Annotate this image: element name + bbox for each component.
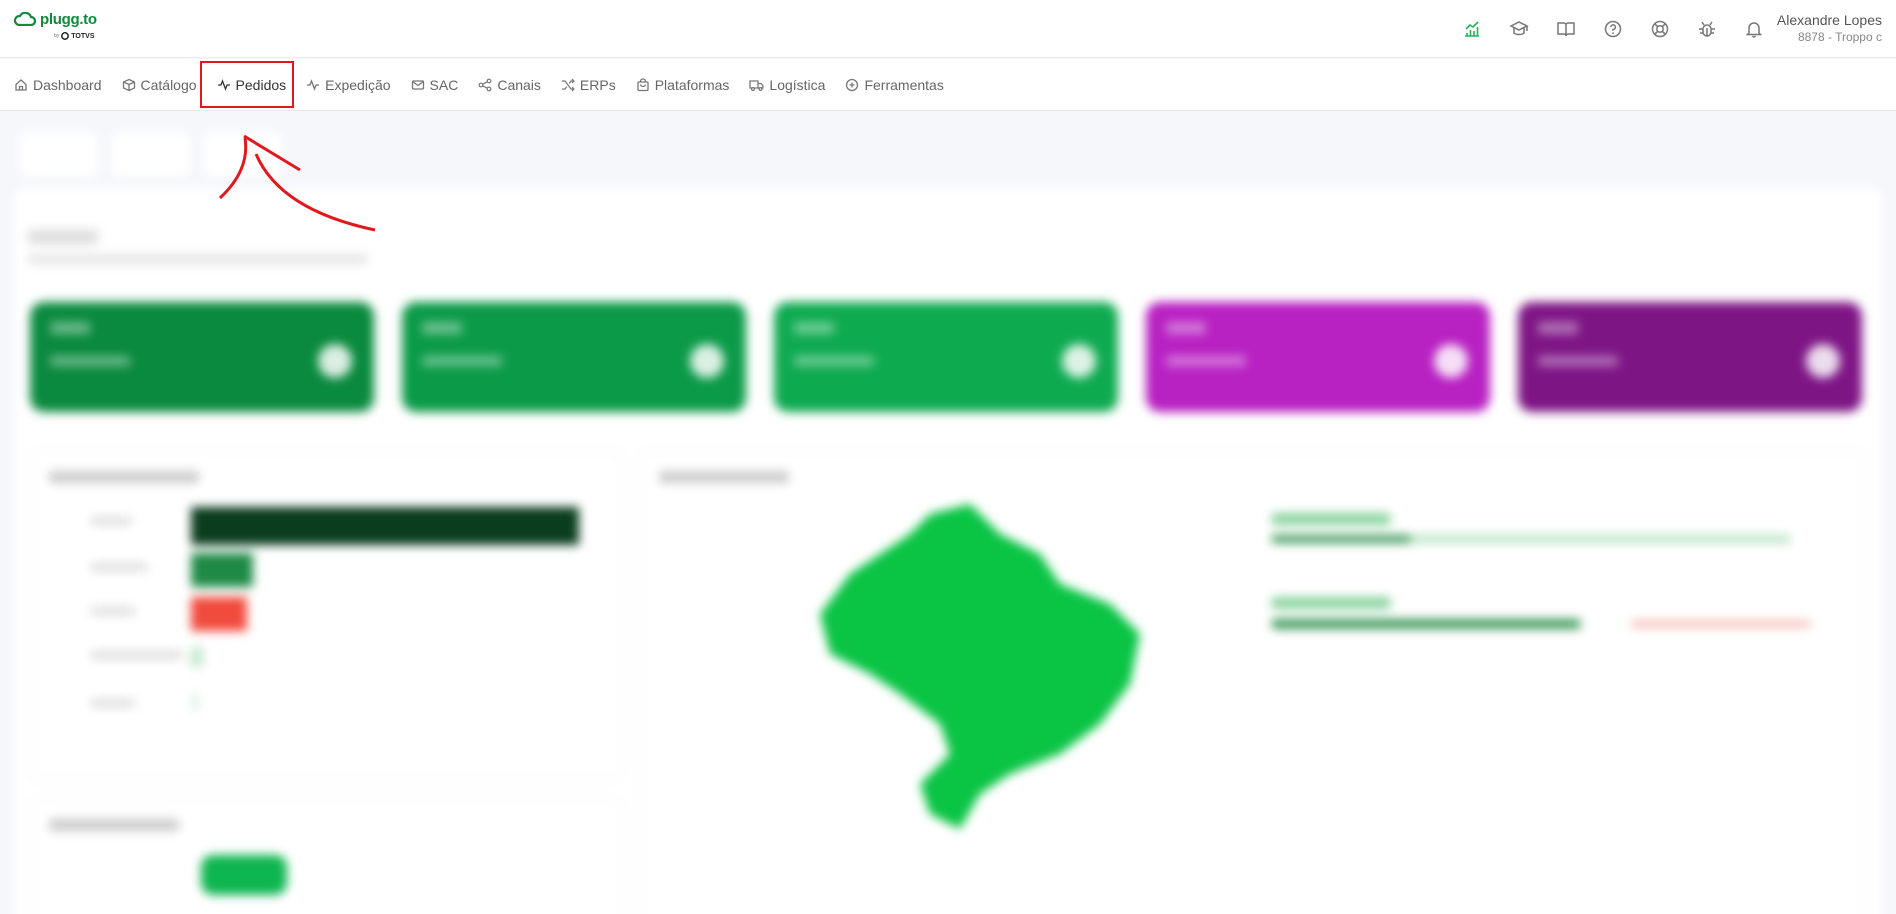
graduation-cap-icon[interactable] — [1495, 17, 1542, 41]
nav-item-sac[interactable]: SAC — [411, 77, 458, 93]
tab-2[interactable] — [112, 132, 190, 176]
status-chart-panel — [30, 450, 622, 780]
bell-icon[interactable] — [1730, 17, 1777, 41]
chart-bar — [191, 647, 203, 667]
pedidos-highlight-box — [200, 61, 294, 108]
cube-icon — [122, 78, 135, 92]
nav-item-expedicao[interactable]: Expedição — [306, 77, 391, 93]
nav-item-logistica[interactable]: Logística — [749, 77, 825, 93]
chart-bar — [191, 507, 579, 545]
summary-cards — [30, 302, 1862, 412]
annotation-arrow-icon — [218, 134, 376, 232]
truck-icon — [749, 80, 765, 92]
top-header: plugg.to by TOTVS Alexandre Lopes 8878 -… — [0, 0, 1896, 58]
chart-bar — [191, 597, 247, 631]
summary-card — [402, 302, 746, 412]
lifebuoy-icon[interactable] — [1636, 17, 1683, 41]
nav-item-canais[interactable]: Canais — [478, 77, 541, 93]
nav-item-erps[interactable]: ERPs — [561, 77, 616, 93]
user-menu[interactable]: Alexandre Lopes 8878 - Troppo c — [1777, 12, 1882, 44]
chart-bar — [191, 553, 253, 587]
chart-bar — [191, 693, 199, 711]
totvs-icon — [61, 32, 70, 40]
home-icon — [15, 79, 27, 91]
channel-chart-panel — [30, 798, 622, 914]
nav-item-ferramentas[interactable]: Ferramentas — [845, 77, 944, 93]
brazil-map — [820, 504, 1140, 829]
nav-item-dashboard[interactable]: Dashboard — [14, 77, 102, 93]
chart-up-icon[interactable] — [1448, 17, 1495, 41]
summary-card — [1146, 302, 1490, 412]
summary-title — [28, 230, 98, 244]
summary-subtitle — [28, 254, 368, 264]
nav-item-plataformas[interactable]: Plataformas — [636, 77, 729, 93]
book-icon[interactable] — [1542, 17, 1589, 41]
summary-card — [774, 302, 1118, 412]
plus-circle-icon — [846, 78, 859, 92]
summary-card — [30, 302, 374, 412]
logo-text: plugg.to — [40, 11, 97, 28]
help-circle-icon[interactable] — [1589, 17, 1636, 41]
activity-icon — [307, 79, 320, 91]
shuffle-icon — [561, 78, 575, 92]
tab-1[interactable] — [20, 132, 98, 176]
bag-icon — [637, 78, 649, 92]
logo-partner: by TOTVS — [54, 32, 95, 40]
mail-icon — [411, 80, 424, 90]
summary-card — [1518, 302, 1862, 412]
nav-item-catalogo[interactable]: Catálogo — [122, 77, 197, 93]
cloud-icon — [14, 12, 36, 26]
plugg-logo[interactable]: plugg.to by TOTVS — [14, 10, 104, 44]
header-icons — [1448, 17, 1777, 41]
user-name: Alexandre Lopes — [1776, 12, 1882, 28]
share-icon — [478, 78, 492, 92]
bug-icon[interactable] — [1683, 17, 1730, 41]
user-account: 8878 - Troppo c — [1797, 30, 1882, 44]
